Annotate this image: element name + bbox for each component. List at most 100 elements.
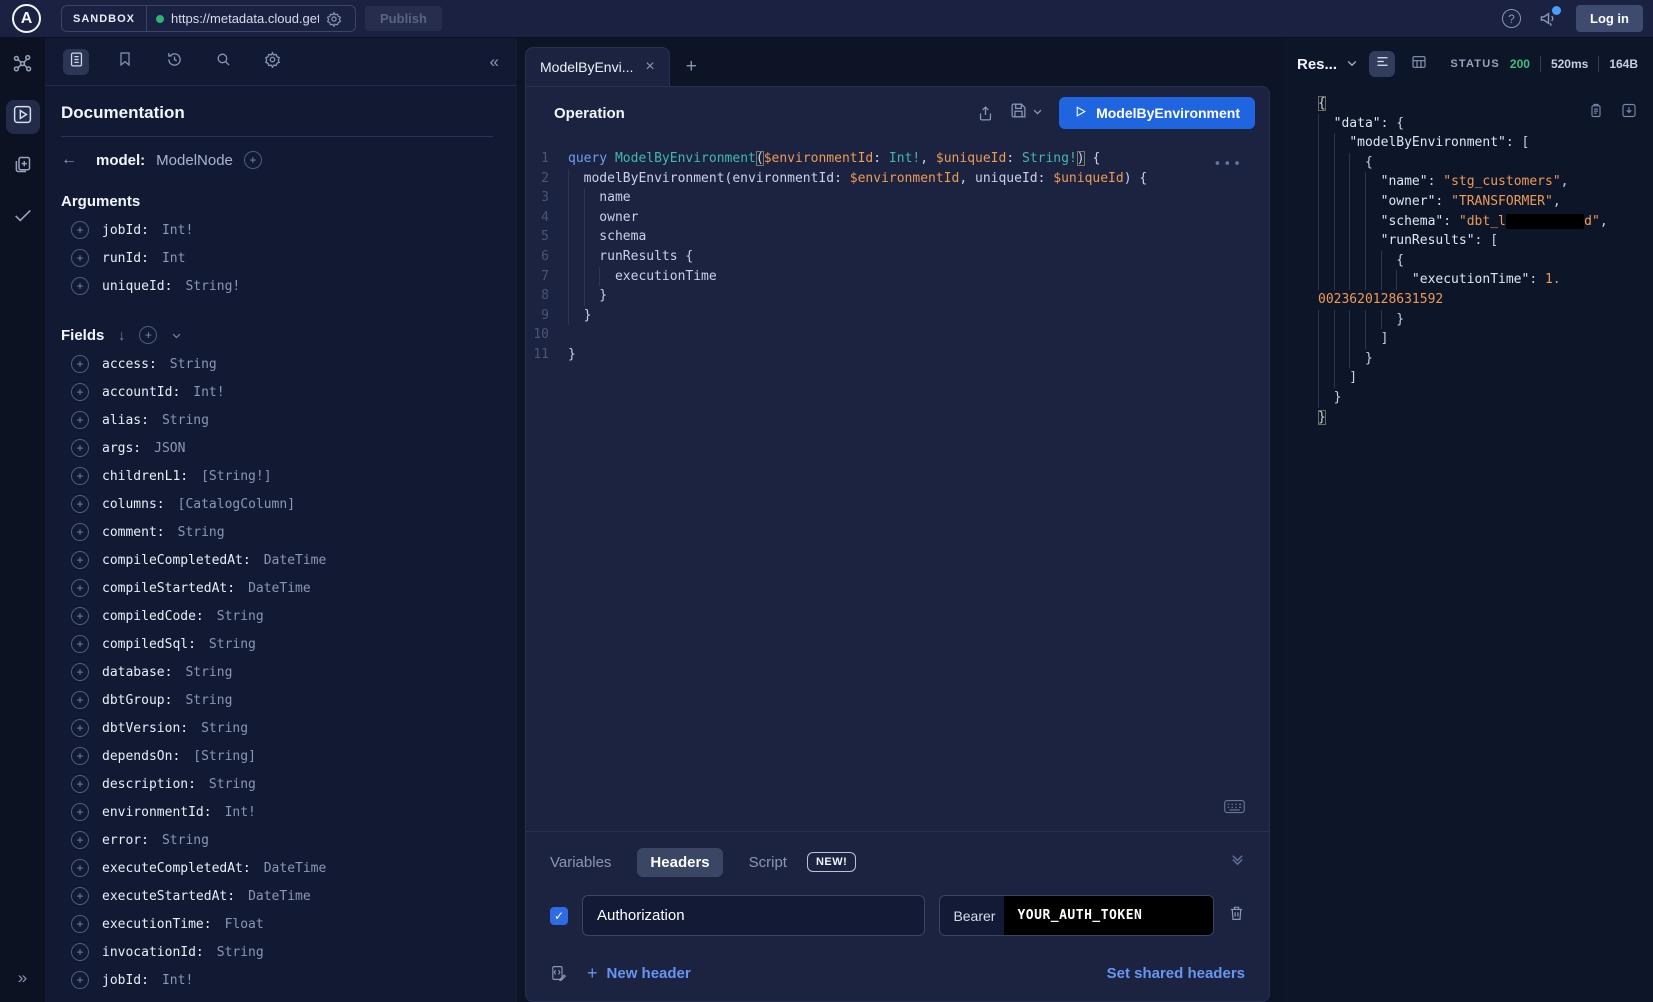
add-to-query-button[interactable]: +: [71, 579, 89, 597]
add-to-query-button[interactable]: +: [71, 887, 89, 905]
sort-down-icon[interactable]: ↓: [118, 327, 125, 343]
code-line[interactable]: 5 schema: [526, 227, 1269, 247]
add-to-query-button[interactable]: +: [71, 943, 89, 961]
field-name[interactable]: compiledCode:: [102, 609, 204, 624]
add-to-query-button[interactable]: +: [71, 719, 89, 737]
add-to-query-button[interactable]: +: [71, 467, 89, 485]
header-enabled-checkbox[interactable]: ✓: [550, 907, 568, 925]
tab-modelbyenvironment[interactable]: ModelByEnvi... ×: [525, 47, 670, 86]
field-name[interactable]: environmentId:: [102, 805, 212, 820]
bookmarks-tab-button[interactable]: [112, 49, 138, 75]
sidebar-item-checks[interactable]: [6, 200, 40, 234]
tab-headers[interactable]: Headers: [637, 848, 722, 877]
expand-rail-button[interactable]: »: [18, 968, 27, 1002]
field-name[interactable]: error:: [102, 833, 149, 848]
field-row[interactable]: +args:JSON: [61, 434, 493, 462]
history-tab-button[interactable]: [161, 49, 187, 75]
save-chevron-down-icon[interactable]: [1032, 104, 1043, 122]
add-to-query-button[interactable]: +: [71, 439, 89, 457]
field-name[interactable]: alias:: [102, 413, 149, 428]
field-name[interactable]: columns:: [102, 497, 165, 512]
field-row[interactable]: +compiledCode:String: [61, 602, 493, 630]
field-name[interactable]: uniqueId:: [102, 279, 172, 294]
field-type[interactable]: DateTime: [264, 861, 327, 876]
field-name[interactable]: jobId:: [102, 973, 149, 988]
add-to-query-button[interactable]: +: [71, 221, 89, 239]
argument-row[interactable]: +jobId:Int!: [61, 216, 493, 244]
field-name[interactable]: invocationId:: [102, 945, 204, 960]
field-row[interactable]: + error: String: [61, 826, 493, 854]
argument-row[interactable]: + uniqueId: String!: [61, 272, 493, 300]
search-tab-button[interactable]: [210, 49, 236, 75]
field-name[interactable]: dbtGroup:: [102, 693, 172, 708]
field-row[interactable]: + database: String: [61, 658, 493, 686]
add-to-query-button[interactable]: +: [71, 971, 89, 989]
code-line[interactable]: 9 }: [526, 306, 1269, 326]
add-to-query-button[interactable]: +: [71, 551, 89, 569]
collapse-section-chevrons-icon[interactable]: [1230, 852, 1245, 872]
add-to-query-button[interactable]: +: [71, 831, 89, 849]
collapse-panel-button[interactable]: «: [490, 52, 499, 72]
field-type[interactable]: String: [162, 833, 209, 848]
sidebar-item-explorer[interactable]: [6, 100, 40, 134]
close-tab-icon[interactable]: ×: [645, 58, 654, 76]
announcements-megaphone-icon[interactable]: [1539, 9, 1558, 28]
field-type[interactable]: String: [209, 637, 256, 652]
add-to-query-button[interactable]: +: [71, 775, 89, 793]
code-line[interactable]: 7 executionTime: [526, 267, 1269, 287]
field-row[interactable]: +comment:String: [61, 518, 493, 546]
field-type[interactable]: Int!: [162, 223, 193, 238]
share-icon[interactable]: [977, 105, 994, 122]
field-type[interactable]: String!: [185, 279, 240, 294]
field-type[interactable]: [String!]: [201, 469, 271, 484]
field-type[interactable]: Int!: [162, 973, 193, 988]
field-type[interactable]: [String]: [193, 749, 256, 764]
field-row[interactable]: +dependsOn:[String]: [61, 742, 493, 770]
chevron-down-icon[interactable]: [171, 330, 182, 341]
field-type[interactable]: String: [217, 945, 264, 960]
add-to-query-button[interactable]: +: [71, 859, 89, 877]
add-to-query-button[interactable]: +: [71, 747, 89, 765]
field-row[interactable]: +compileStartedAt:DateTime: [61, 574, 493, 602]
environment-variables-icon[interactable]: [550, 964, 567, 982]
field-name[interactable]: args:: [102, 441, 141, 456]
field-row[interactable]: +columns:[CatalogColumn]: [61, 490, 493, 518]
add-to-query-button[interactable]: +: [71, 277, 89, 295]
field-name[interactable]: dbtVersion:: [102, 721, 188, 736]
raw-view-button[interactable]: [1369, 51, 1395, 77]
field-row[interactable]: + invocationId: String: [61, 938, 493, 966]
field-row[interactable]: +executionTime:Float: [61, 910, 493, 938]
field-name[interactable]: access:: [102, 357, 157, 372]
sidebar-item-schema[interactable]: [6, 50, 40, 84]
field-type[interactable]: Float: [225, 917, 264, 932]
add-to-query-button[interactable]: +: [71, 803, 89, 821]
keyboard-shortcuts-icon[interactable]: [1224, 799, 1245, 821]
field-name[interactable]: executeCompletedAt:: [102, 861, 251, 876]
field-type[interactable]: Int!: [193, 385, 224, 400]
documentation-tab-button[interactable]: [63, 49, 89, 75]
code-line[interactable]: 4 owner: [526, 208, 1269, 228]
add-to-query-button[interactable]: +: [71, 691, 89, 709]
set-shared-headers-button[interactable]: Set shared headers: [1107, 965, 1245, 982]
login-button[interactable]: Log in: [1576, 5, 1643, 32]
tab-variables[interactable]: Variables: [550, 854, 611, 871]
endpoint-url-field[interactable]: https://metadata.cloud.getd: [147, 6, 355, 31]
add-to-query-button[interactable]: +: [71, 635, 89, 653]
code-line[interactable]: 2 modelByEnvironment(environmentId: $env…: [526, 169, 1269, 189]
field-row[interactable]: +childrenL1:[String!]: [61, 462, 493, 490]
field-row[interactable]: +dbtVersion:String: [61, 714, 493, 742]
field-type[interactable]: Int!: [225, 805, 256, 820]
field-type[interactable]: String: [162, 413, 209, 428]
add-to-query-button[interactable]: +: [71, 663, 89, 681]
field-name[interactable]: executeStartedAt:: [102, 889, 235, 904]
add-to-query-button[interactable]: +: [71, 383, 89, 401]
field-type[interactable]: [CatalogColumn]: [178, 497, 295, 512]
connection-settings-gear-icon[interactable]: [326, 11, 342, 27]
field-row[interactable]: +compileCompletedAt:DateTime: [61, 546, 493, 574]
field-type[interactable]: String: [185, 665, 232, 680]
run-operation-button[interactable]: ModelByEnvironment: [1059, 97, 1255, 129]
add-to-query-button[interactable]: +: [71, 411, 89, 429]
add-field-to-query-button[interactable]: +: [244, 151, 262, 169]
field-name[interactable]: database:: [102, 665, 172, 680]
field-name[interactable]: runId:: [102, 251, 149, 266]
